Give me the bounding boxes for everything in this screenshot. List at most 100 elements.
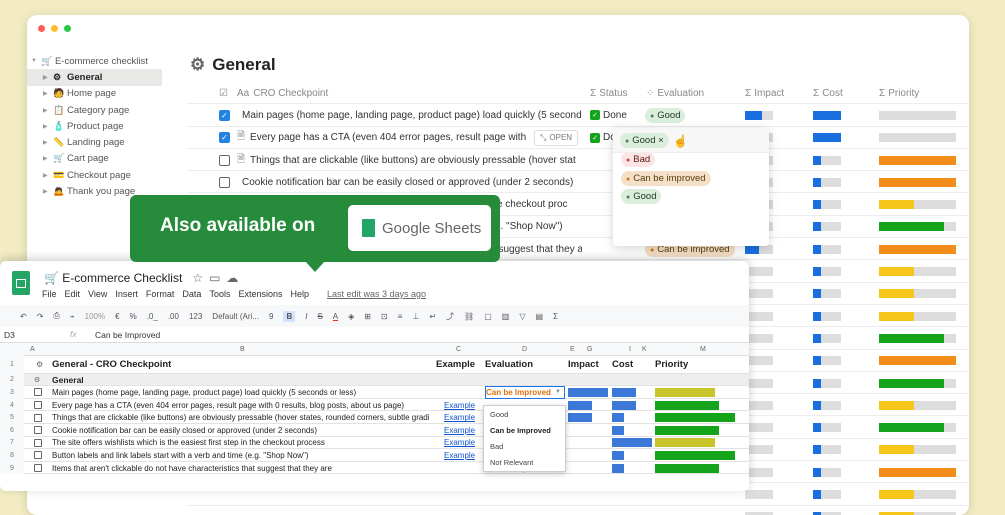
col-priority[interactable]: Σ Priority — [879, 82, 919, 104]
corner-cell[interactable] — [0, 343, 24, 356]
dropdown-option[interactable]: Bad — [613, 151, 769, 170]
menu-item[interactable]: Help — [290, 289, 309, 299]
menu-item[interactable]: Data — [182, 289, 201, 299]
menu-item[interactable]: Extensions — [238, 289, 282, 299]
sheet-title-cell[interactable]: General - CRO Checkpoint — [52, 356, 171, 374]
row-number[interactable]: 6 — [0, 423, 24, 437]
row-title[interactable]: Cookie notification bar can be easily cl… — [237, 171, 582, 193]
bold-icon[interactable]: B — [283, 310, 296, 322]
currency-button[interactable]: € — [115, 312, 119, 321]
percent-button[interactable]: % — [130, 312, 137, 321]
evaluation-header[interactable]: Evaluation — [485, 356, 533, 374]
font-size-select[interactable]: 9 — [269, 312, 273, 321]
chevron-right-icon[interactable]: ▶ — [43, 155, 53, 162]
sidebar-item[interactable]: ▶ 🧴 Product page — [27, 118, 162, 134]
row-checkbox[interactable]: ✓ — [219, 104, 230, 126]
link-icon[interactable]: ⛓ — [464, 312, 474, 321]
chevron-right-icon[interactable]: ▶ — [43, 123, 53, 130]
example-link[interactable]: Example — [444, 424, 475, 437]
menu-item[interactable]: Edit — [65, 289, 81, 299]
undo-icon[interactable]: ↶ — [20, 312, 27, 321]
minimize-dot[interactable] — [51, 25, 58, 32]
row-number[interactable]: 9 — [0, 461, 24, 475]
sidebar-item[interactable]: ▶ 🛒 Cart page — [27, 151, 162, 167]
table-row[interactable]: ✓ Main pages (home page, landing page, pr… — [187, 104, 969, 127]
row-title[interactable]: 🗎 Every page has a CTA (even 404 error pa… — [237, 127, 582, 149]
checkpoint-cell[interactable]: Main pages (home page, landing page, pro… — [52, 386, 432, 399]
comment-icon[interactable]: ▢ — [484, 312, 492, 321]
example-header[interactable]: Example — [436, 356, 475, 374]
menu-item[interactable]: Insert — [115, 289, 138, 299]
table-row[interactable]: 9 Items that aren't clickable do not have… — [0, 461, 749, 475]
sidebar-root[interactable]: ▼ 🛒 E-commerce checklist — [27, 53, 162, 69]
row-checkbox[interactable] — [219, 149, 230, 171]
table-row[interactable]: 7 The site offers wishlists which is the … — [0, 436, 749, 450]
wrap-icon[interactable]: ↵ — [429, 312, 436, 321]
checkpoint-cell[interactable]: Cookie notification bar can be easily cl… — [52, 424, 432, 437]
increase-decimal-button[interactable]: .00 — [168, 312, 179, 321]
filter-icon[interactable]: ▽ — [519, 312, 525, 321]
chevron-right-icon[interactable]: ▶ — [43, 139, 53, 146]
dropdown-option[interactable]: Can be improved — [613, 169, 769, 188]
dropdown-option[interactable]: Bad — [484, 438, 565, 454]
evaluation-cell[interactable]: Good — [645, 104, 686, 126]
doc-title[interactable]: 🛒 E-commerce Checklist ☆ ▭ ☁ — [44, 271, 238, 285]
checkpoint-cell[interactable]: Button labels and link labels start with… — [52, 449, 432, 462]
chevron-right-icon[interactable]: ▶ — [43, 107, 53, 114]
col-evaluation[interactable]: ⁘ Evaluation — [646, 82, 704, 104]
row-number[interactable]: 2 — [0, 373, 24, 387]
row-checkbox[interactable] — [34, 386, 42, 399]
italic-icon[interactable]: I — [305, 312, 307, 321]
column-letter[interactable]: G — [587, 343, 592, 356]
row-checkbox[interactable] — [34, 449, 42, 462]
filter-views-icon[interactable]: ▤ — [535, 312, 543, 321]
text-color-icon[interactable]: A — [333, 312, 338, 321]
strikethrough-icon[interactable]: S — [317, 312, 322, 321]
sidebar-item[interactable]: ▶ ⚙ General — [27, 69, 162, 86]
row-number[interactable]: 1 — [0, 355, 24, 374]
chevron-right-icon[interactable]: ▶ — [43, 90, 53, 97]
column-letter[interactable]: K — [642, 343, 647, 356]
column-letter[interactable]: A — [30, 343, 35, 356]
priority-header[interactable]: Priority — [655, 356, 688, 374]
align-icon[interactable]: ≡ — [398, 312, 403, 321]
col-status[interactable]: Σ Status — [590, 82, 628, 104]
column-letter[interactable]: M — [700, 343, 706, 356]
column-letter[interactable]: E — [570, 343, 575, 356]
table-row[interactable] — [187, 506, 969, 515]
google-sheets-badge[interactable]: Google Sheets — [348, 205, 491, 251]
row-checkbox[interactable] — [219, 171, 230, 193]
chevron-right-icon[interactable]: ▶ — [43, 74, 53, 81]
close-icon[interactable]: × — [658, 135, 664, 146]
evaluation-cell[interactable]: Can be Improved ▼ — [485, 386, 565, 399]
row-checkbox[interactable] — [34, 424, 42, 437]
fill-color-icon[interactable]: ◈ — [348, 312, 354, 321]
row-number[interactable]: 7 — [0, 436, 24, 450]
functions-icon[interactable]: Σ — [553, 312, 558, 321]
col-impact[interactable]: Σ Impact — [745, 82, 784, 104]
column-letter[interactable]: D — [522, 343, 527, 356]
menu-item[interactable]: Format — [146, 289, 175, 299]
row-number[interactable]: 8 — [0, 449, 24, 462]
cost-header[interactable]: Cost — [612, 356, 633, 374]
col-checkpoint[interactable]: Aa CRO Checkpoint — [237, 82, 328, 104]
row-title[interactable]: 🗎 Things that are clickable (like buttons… — [237, 149, 582, 171]
dropdown-option[interactable]: Good — [613, 188, 769, 207]
redo-icon[interactable]: ↷ — [37, 312, 44, 321]
format-select[interactable]: 123 — [189, 312, 202, 321]
row-checkbox[interactable] — [34, 399, 42, 412]
chevron-down-icon[interactable]: ▼ — [555, 389, 561, 395]
formula-input[interactable]: Can be Improved — [95, 330, 160, 340]
example-link[interactable]: Example — [444, 449, 475, 462]
column-letter[interactable]: B — [240, 343, 245, 356]
impact-header[interactable]: Impact — [568, 356, 599, 374]
dropdown-option[interactable]: Not Relevant — [484, 454, 565, 470]
chart-icon[interactable]: ▥ — [502, 312, 510, 321]
row-title[interactable]: Main pages (home page, landing page, pro… — [237, 104, 582, 126]
row-checkbox[interactable] — [34, 411, 42, 424]
table-row[interactable]: 🗎 Things that are clickable (like buttons… — [187, 149, 969, 172]
row-number[interactable]: 5 — [0, 411, 24, 424]
col-cost[interactable]: Σ Cost — [813, 82, 843, 104]
column-letter[interactable]: C — [456, 343, 461, 356]
menu-item[interactable]: File — [42, 289, 57, 299]
